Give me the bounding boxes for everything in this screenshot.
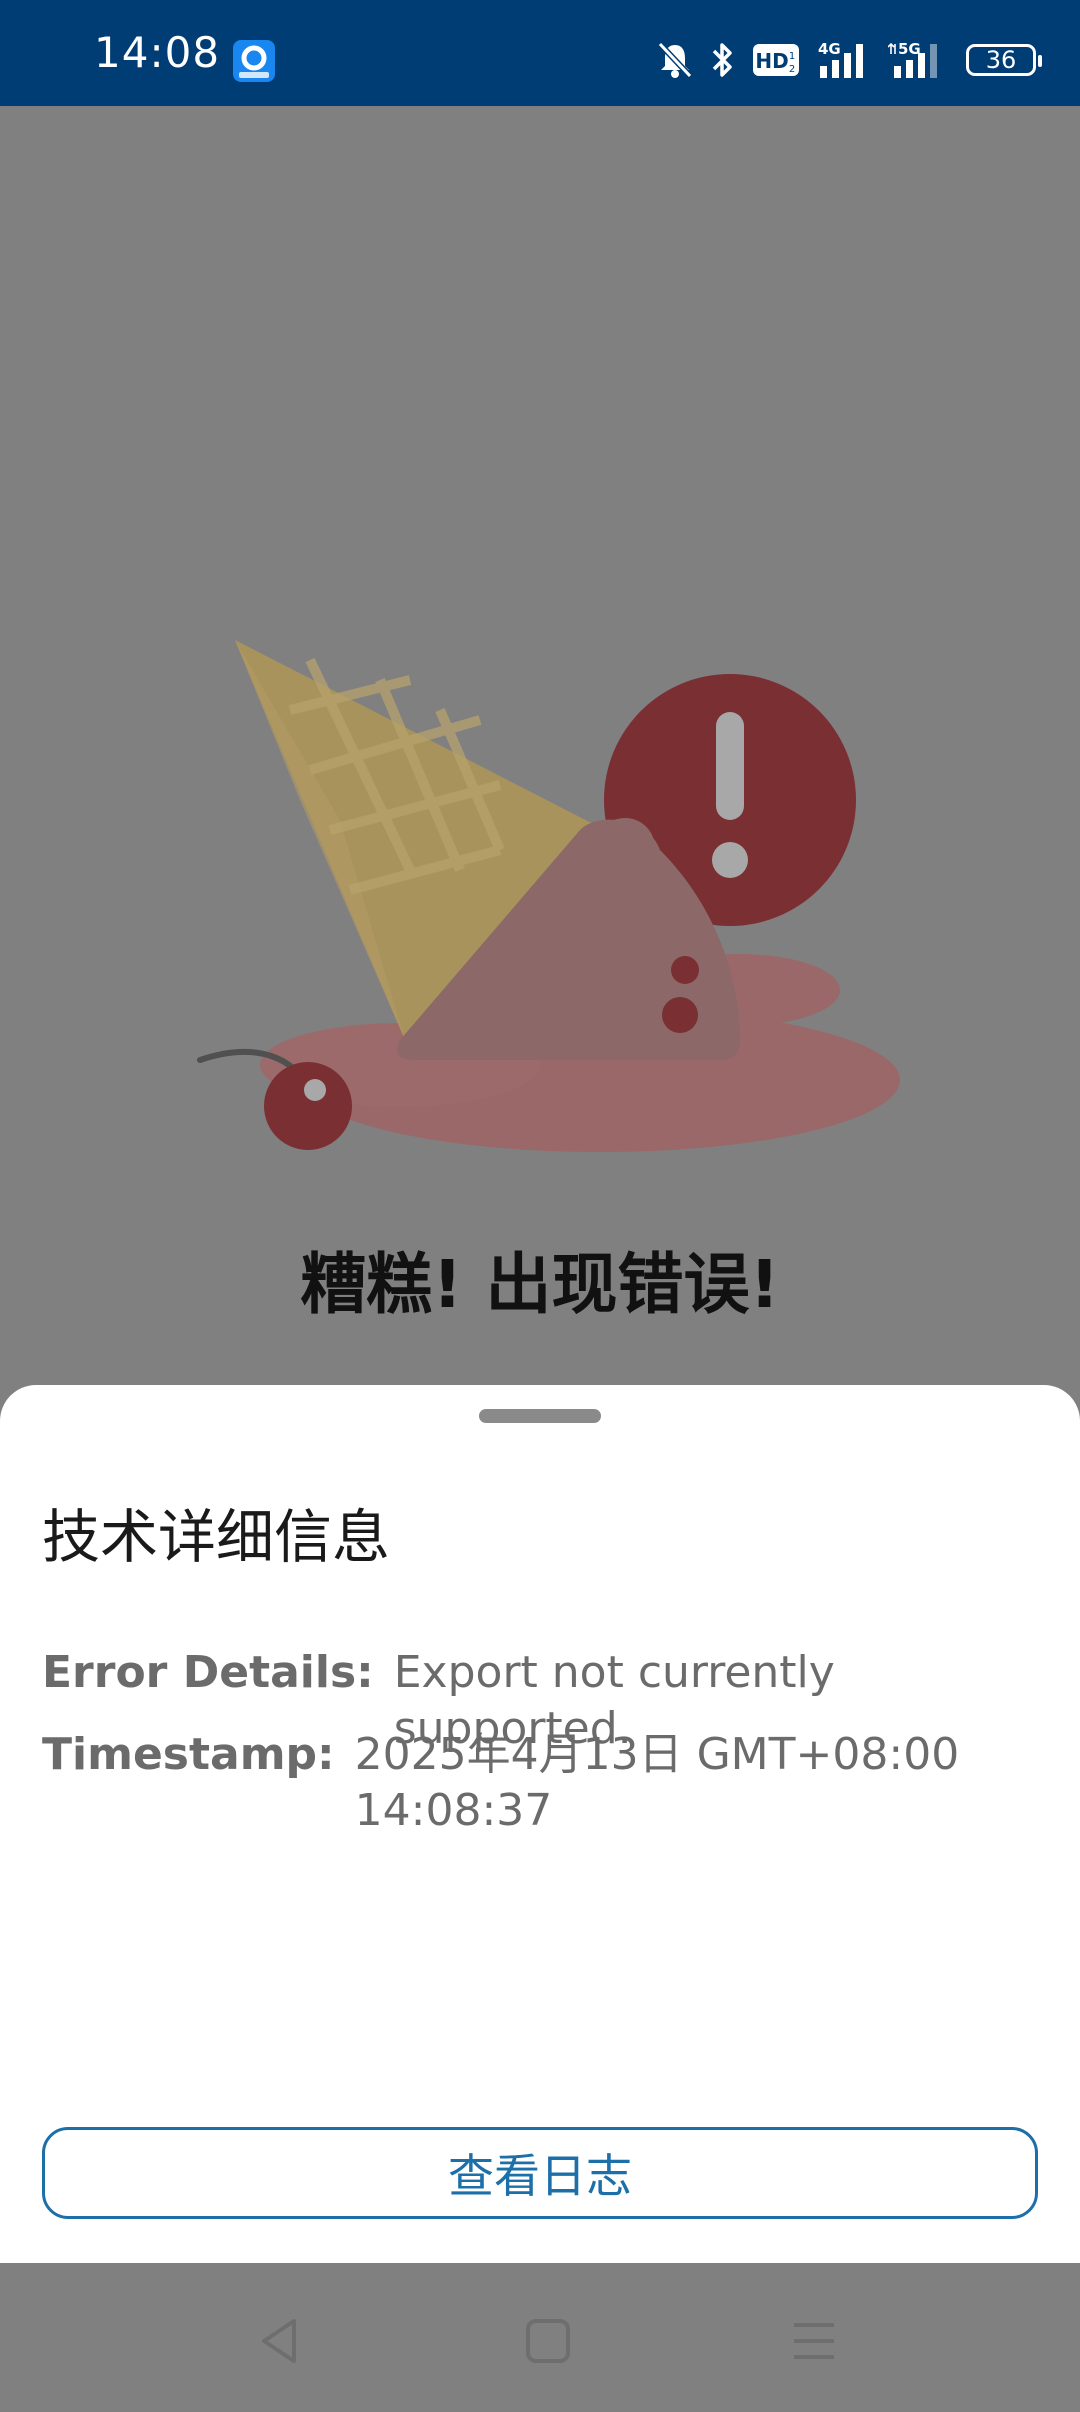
home-icon[interactable] xyxy=(518,2311,578,2371)
svg-text:1: 1 xyxy=(789,51,795,62)
mute-icon xyxy=(656,40,694,80)
app-notification-icon xyxy=(233,40,275,82)
svg-text:2: 2 xyxy=(789,64,795,75)
status-icons: HD 1 2 4G 5G 36 xyxy=(656,38,1042,82)
error-title: 糟糕! 出现错误! xyxy=(300,1246,780,1323)
sheet-title: 技术详细信息 xyxy=(42,1503,391,1571)
signal-5g-label: 5G xyxy=(898,40,921,58)
timestamp-value: 2025年4月13日 GMT+08:00 14:08:37 xyxy=(354,1729,960,1836)
status-bar: 14:08 HD 1 2 4G 5G 36 xyxy=(0,0,1080,106)
technical-details-sheet: 技术详细信息 Error Details: Export not current… xyxy=(0,1385,1080,2263)
timestamp-row: Timestamp: 2025年4月13日 GMT+08:00 14:08:37 xyxy=(42,1727,1055,1839)
hd-icon-label: HD xyxy=(755,49,788,73)
hd-icon: HD 1 2 xyxy=(752,43,800,77)
melted-ice-cream-illustration xyxy=(197,640,900,1152)
recents-menu-icon[interactable] xyxy=(784,2311,844,2371)
timestamp-label: Timestamp: xyxy=(42,1729,335,1780)
battery-icon: 36 xyxy=(966,44,1042,76)
status-time: 14:08 xyxy=(94,28,221,77)
navigation-bar xyxy=(0,2263,1080,2412)
sheet-drag-handle[interactable] xyxy=(479,1409,601,1423)
bluetooth-icon xyxy=(710,40,736,80)
battery-level: 36 xyxy=(985,46,1017,74)
view-log-button[interactable]: 查看日志 xyxy=(42,2127,1038,2219)
signal-4g-icon: 4G xyxy=(816,40,872,80)
error-illustration xyxy=(180,620,900,1180)
signal-5g-icon: 5G xyxy=(888,40,950,80)
back-icon[interactable] xyxy=(250,2311,310,2371)
signal-4g-label: 4G xyxy=(818,40,841,58)
